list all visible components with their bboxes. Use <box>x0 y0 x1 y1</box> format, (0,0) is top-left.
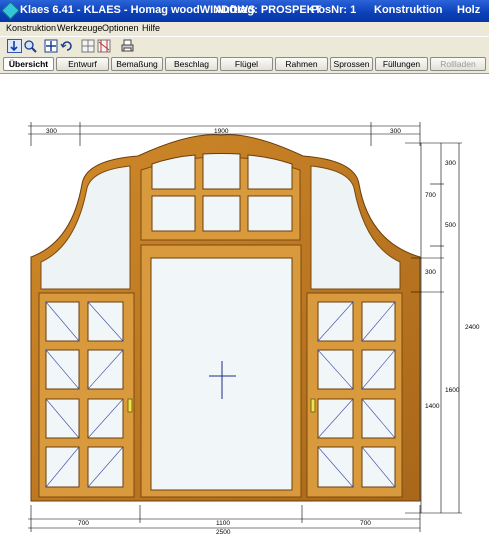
dim-right-1400: 1400 <box>425 403 440 410</box>
split-icon[interactable] <box>81 39 96 53</box>
dim-top-center: 1900 <box>214 128 229 135</box>
app-icon[interactable] <box>1 1 20 20</box>
pointer-icon[interactable] <box>7 39 22 53</box>
toolbar <box>0 36 489 56</box>
tab-uebersicht[interactable]: Übersicht <box>3 57 54 71</box>
dim-right-700: 700 <box>425 192 436 199</box>
left-handle <box>127 398 133 413</box>
mode-label: Konstruktion <box>374 4 443 16</box>
dim-bottom-total: 2500 <box>216 529 231 536</box>
move-icon[interactable] <box>44 39 59 53</box>
tab-bemassung[interactable]: Bemaßung <box>111 57 163 71</box>
tab-sprossen[interactable]: Sprossen <box>330 57 373 71</box>
zoom-icon[interactable] <box>23 39 38 53</box>
dim-right-1600: 1600 <box>445 387 460 394</box>
dim-bottom-left: 700 <box>78 520 89 527</box>
material-label: Holz <box>457 4 481 16</box>
menu-optionen[interactable]: Optionen <box>102 23 139 33</box>
position-label: PosNr: 1 <box>311 4 357 16</box>
dim-right-500: 500 <box>445 222 456 229</box>
tab-beschlag[interactable]: Beschlag <box>165 57 218 71</box>
bottom-dimension-lines <box>28 505 421 532</box>
drawing-canvas[interactable]: 300 1900 300 700 1100 700 2500 700 300 5… <box>0 74 489 546</box>
menu-hilfe[interactable]: Hilfe <box>142 23 160 33</box>
dim-right-mid-300: 300 <box>425 269 436 276</box>
tab-rollladen: Rollladen <box>430 57 486 71</box>
dim-top-left: 300 <box>46 128 57 135</box>
column-icon[interactable] <box>97 39 112 53</box>
tab-fluegel[interactable]: Flügel <box>220 57 273 71</box>
undo-icon[interactable] <box>60 39 75 53</box>
tab-fuellungen[interactable]: Füllungen <box>375 57 428 71</box>
tab-rahmen[interactable]: Rahmen <box>275 57 328 71</box>
dim-bottom-center: 1100 <box>216 520 230 527</box>
menu-werkzeuge[interactable]: Werkzeuge <box>57 23 102 33</box>
dim-bottom-right: 700 <box>360 520 371 527</box>
dim-right-total: 2400 <box>465 324 480 331</box>
order-label: Auftrag: PROSPEKT <box>215 4 322 16</box>
tab-entwurf[interactable]: Entwurf <box>56 57 109 71</box>
right-handle <box>310 398 316 413</box>
tab-bar: Übersicht Entwurf Bemaßung Beschlag Flüg… <box>0 55 489 74</box>
menu-bar: Konstruktion Werkzeuge Optionen Hilfe <box>0 22 489 36</box>
title-bar: Klaes 6.41 - KLAES - Homag woodWINDOWS A… <box>0 0 489 22</box>
window-drawing: 300 1900 300 700 1100 700 2500 700 300 5… <box>28 122 480 536</box>
dim-right-arch-300: 300 <box>445 160 456 167</box>
menu-konstruktion[interactable]: Konstruktion <box>6 23 56 33</box>
print-icon[interactable] <box>120 39 135 53</box>
dim-top-right: 300 <box>390 128 401 135</box>
